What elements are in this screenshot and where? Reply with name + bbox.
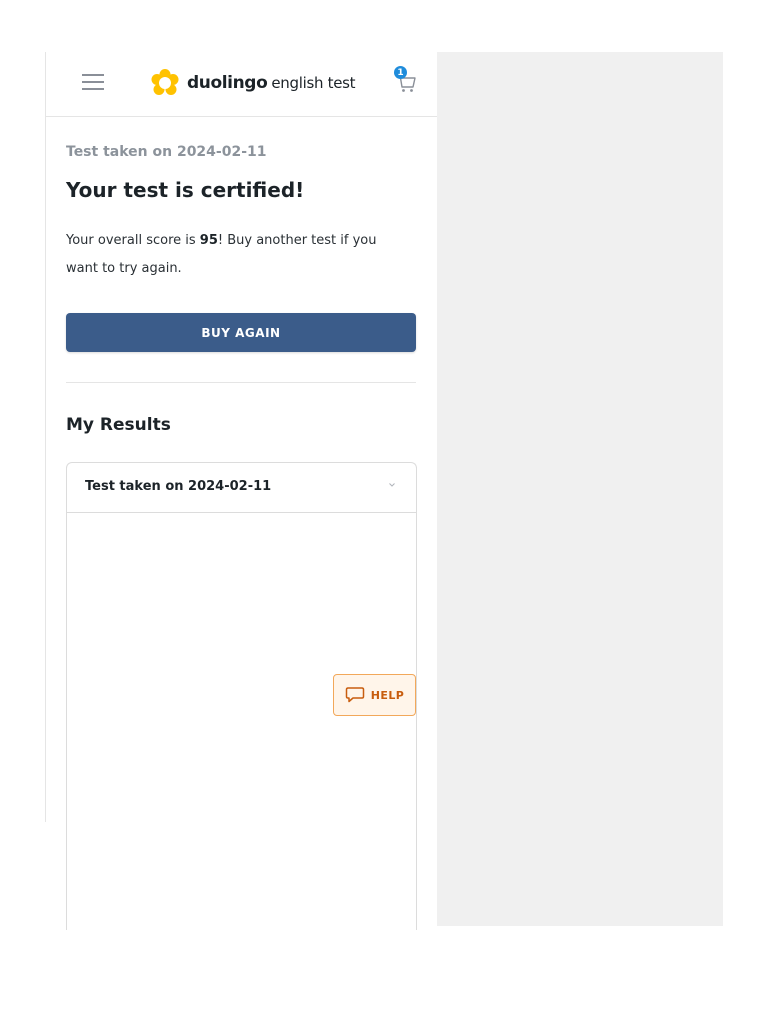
certified-heading: Your test is certified! <box>66 178 305 202</box>
help-button[interactable]: HELP <box>333 674 416 716</box>
hamburger-icon[interactable] <box>82 74 104 90</box>
logo-wordmark: duolingo <box>187 73 268 93</box>
cart-button[interactable]: 1 <box>392 64 418 94</box>
score-message: Your overall score is 95! Buy another te… <box>66 227 411 283</box>
chevron-down-icon[interactable] <box>387 480 397 490</box>
duolingo-logo[interactable]: duolingo english test <box>150 66 356 100</box>
cart-count-badge: 1 <box>394 66 407 79</box>
help-label: HELP <box>370 688 405 702</box>
score-prefix: Your overall score is <box>66 233 200 248</box>
results-accordion-header[interactable]: Test taken on 2024-02-11 <box>67 463 416 513</box>
results-item-label: Test taken on 2024-02-11 <box>85 479 272 494</box>
page-left-border <box>45 52 46 822</box>
chat-bubble-icon <box>345 687 365 703</box>
section-divider <box>66 382 416 383</box>
my-results-heading: My Results <box>66 415 171 435</box>
logo-subtitle: english test <box>271 74 356 92</box>
side-panel-background <box>437 52 723 926</box>
test-date-label: Test taken on 2024-02-11 <box>66 144 267 160</box>
top-header: duolingo english test 1 <box>46 52 437 117</box>
duolingo-flower-icon <box>151 69 179 95</box>
buy-again-button[interactable]: BUY AGAIN <box>66 313 416 352</box>
overall-score-value: 95 <box>199 233 218 248</box>
